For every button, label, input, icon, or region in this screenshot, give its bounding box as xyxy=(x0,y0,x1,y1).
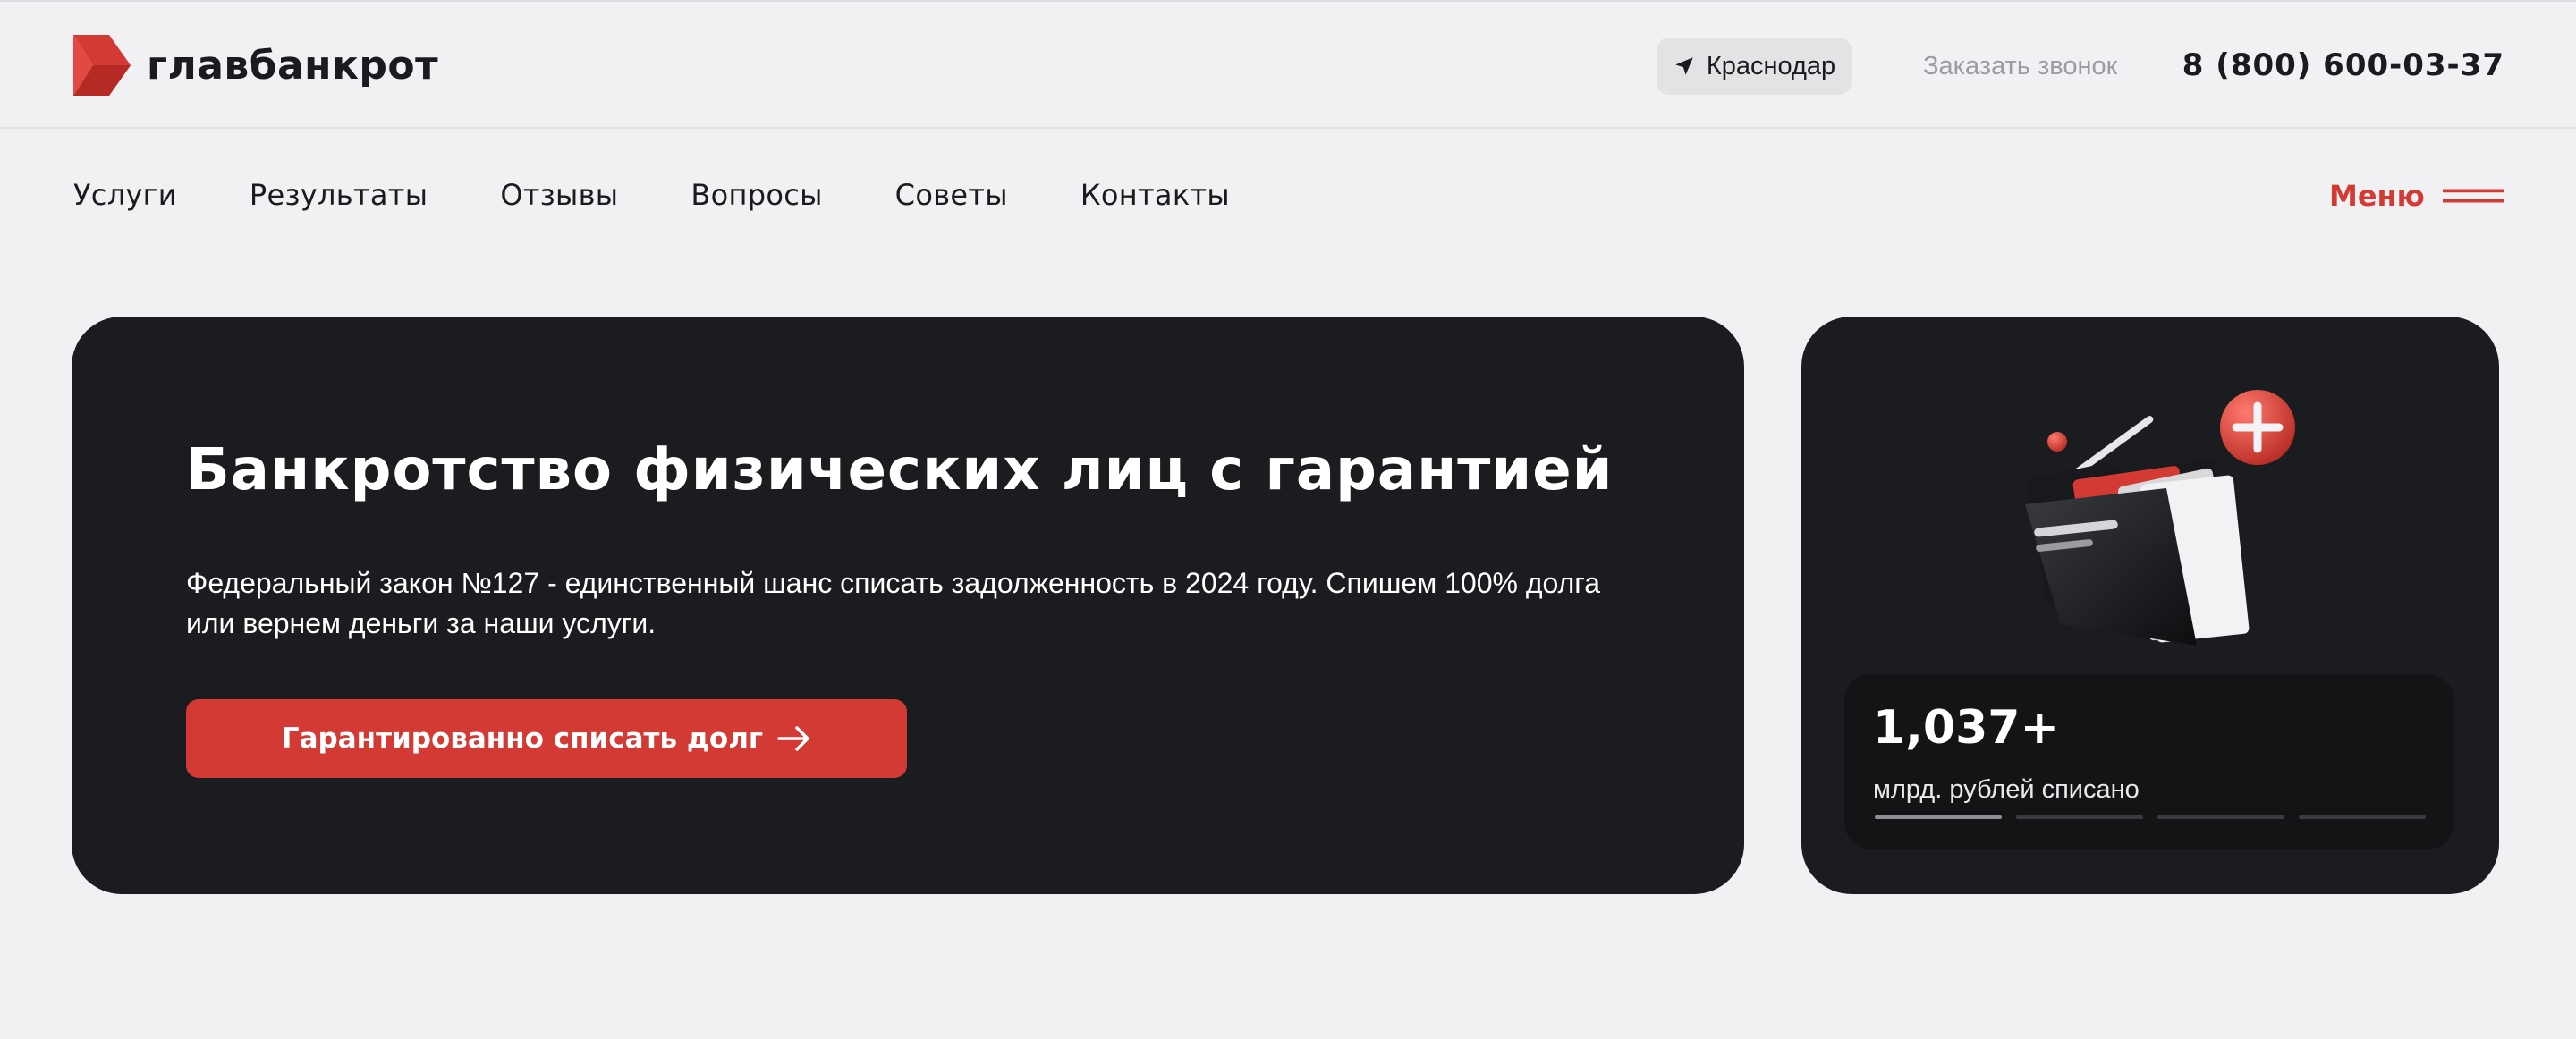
phone-number[interactable]: 8 (800) 600-03-37 xyxy=(2168,43,2504,88)
stat-caption: млрд. рублей списано xyxy=(1873,775,2140,804)
nav-item-questions[interactable]: Вопросы xyxy=(691,178,822,212)
slide-indicator-3[interactable] xyxy=(2157,815,2284,819)
hero-card: Банкротство физических лиц с гарантией Ф… xyxy=(72,317,1744,894)
write-off-debt-button[interactable]: Гарантированно списать долг xyxy=(186,699,907,778)
stats-panel: 1,037+ млрд. рублей списано xyxy=(1844,674,2454,849)
nav-item-tips[interactable]: Советы xyxy=(895,178,1008,212)
folder-documents-icon xyxy=(2025,390,2295,646)
slide-indicator-4[interactable] xyxy=(2299,815,2426,819)
nav-item-results[interactable]: Результаты xyxy=(250,178,428,212)
cta-label: Гарантированно списать долг xyxy=(281,722,764,755)
hero-description: Федеральный закон №127 - единственный ша… xyxy=(186,567,1601,639)
stat-value: 1,037+ xyxy=(1873,701,2060,755)
city-selector[interactable]: Краснодар xyxy=(1657,38,1852,95)
logo-mark-icon xyxy=(73,35,131,96)
logo-link[interactable]: главбанкрот xyxy=(73,35,438,96)
menu-button[interactable]: Меню xyxy=(2329,175,2504,216)
page: главбанкрот Краснодар Заказать звонок 8 … xyxy=(0,0,2576,1039)
site-header: главбанкрот Краснодар Заказать звонок 8 … xyxy=(0,2,2576,129)
nav-item-reviews[interactable]: Отзывы xyxy=(500,178,618,212)
location-arrow-icon xyxy=(1675,57,1693,75)
arrow-right-icon xyxy=(777,726,809,751)
logo-text: главбанкрот xyxy=(147,42,439,89)
city-label: Краснодар xyxy=(1706,51,1836,80)
slide-indicator-2[interactable] xyxy=(2016,815,2143,819)
main-nav: Услуги Результаты Отзывы Вопросы Советы … xyxy=(73,172,1302,218)
slide-indicator-1[interactable] xyxy=(1875,815,2002,819)
nav-item-contacts[interactable]: Контакты xyxy=(1080,178,1230,212)
nav-item-services[interactable]: Услуги xyxy=(73,178,177,212)
slide-progress xyxy=(1875,815,2426,821)
stats-card: 1,037+ млрд. рублей списано xyxy=(1801,317,2499,894)
hamburger-icon xyxy=(2442,189,2504,203)
hero-title: Банкротство физических лиц с гарантией xyxy=(186,437,1614,503)
menu-label: Меню xyxy=(2329,179,2425,213)
callback-link[interactable]: Заказать звонок xyxy=(1923,48,2129,84)
